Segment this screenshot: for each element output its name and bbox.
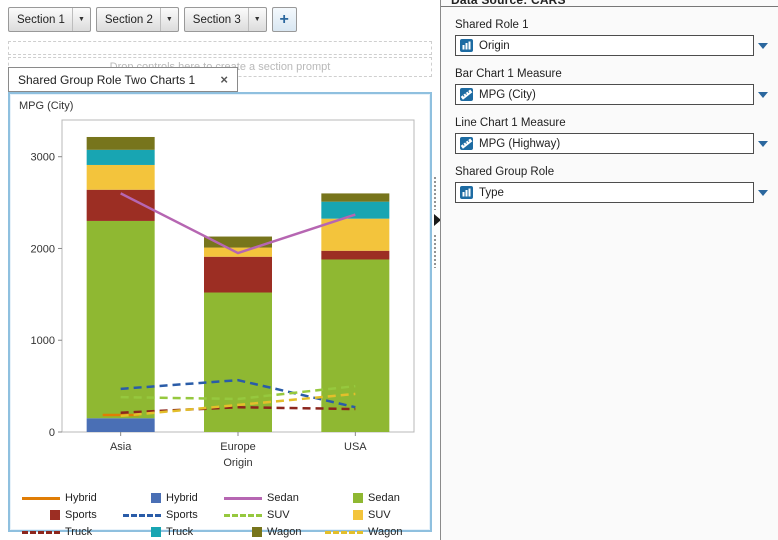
- tab-section-2[interactable]: Section 2 ▼: [95, 7, 179, 32]
- legend-label: Truck: [65, 526, 93, 538]
- chart-legend: Hybrid Hybrid Sedan Sedan Sports Sports SUV SUV…: [14, 489, 426, 540]
- svg-text:1000: 1000: [31, 335, 55, 347]
- category-icon: [460, 186, 473, 199]
- legend-swatch: [222, 527, 262, 537]
- legend-swatch: [121, 493, 161, 503]
- legend-label: SUV: [368, 509, 391, 521]
- legend-label: Wagon: [368, 526, 403, 538]
- field-bar-chart-1-measure: Bar Chart 1 Measure MPG (City): [455, 68, 768, 105]
- tab-label: Section 1: [17, 13, 65, 26]
- legend-swatch: [20, 496, 60, 500]
- legend-item: SUV: [222, 507, 323, 523]
- legend-label: Sports: [65, 509, 97, 521]
- chevron-down-icon[interactable]: [758, 140, 768, 147]
- chevron-down-icon[interactable]: [758, 42, 768, 49]
- legend-swatch: [222, 496, 262, 500]
- field-label: Shared Role 1: [455, 19, 529, 31]
- dropdown-value: MPG (Highway): [479, 137, 561, 150]
- dropdown-value: Origin: [479, 39, 510, 52]
- legend-item: Wagon: [323, 524, 424, 540]
- tab-section-1[interactable]: Section 1 ▼: [8, 7, 91, 32]
- legend-swatch: [323, 530, 363, 534]
- legend-swatch: [121, 527, 161, 537]
- legend-swatch: [121, 513, 161, 517]
- legend-item: Truck: [20, 524, 121, 540]
- legend-label: Hybrid: [166, 492, 198, 504]
- legend-label: Wagon: [267, 526, 302, 538]
- chevron-down-icon[interactable]: ▼: [159, 8, 178, 31]
- legend-swatch: [323, 510, 363, 520]
- combo-chart: 0 1000 2000 3000 Asia Europe USA Origin: [31, 119, 415, 469]
- bar-chart-1-measure-dropdown[interactable]: MPG (City): [455, 84, 754, 105]
- chart-title: MPG (City): [19, 100, 74, 112]
- field-label: Bar Chart 1 Measure: [455, 68, 562, 80]
- data-source-label: Data Source: CARS: [451, 0, 566, 7]
- chevron-down-icon[interactable]: [758, 91, 768, 98]
- legend-label: Sports: [166, 509, 198, 521]
- tab-label: Section 2: [104, 13, 153, 26]
- data-source-header: Data Source: CARS: [441, 0, 778, 7]
- legend-item: Hybrid: [20, 490, 121, 506]
- dropdown-value: Type: [479, 186, 504, 199]
- measure-icon: [460, 88, 473, 101]
- section-prompt-dropzone-strip[interactable]: [8, 41, 432, 55]
- legend-item: Sedan: [222, 490, 323, 506]
- chevron-down-icon[interactable]: [758, 189, 768, 196]
- field-label: Shared Group Role: [455, 166, 555, 178]
- svg-text:USA: USA: [344, 441, 367, 453]
- legend-swatch: [222, 513, 262, 517]
- legend-label: SUV: [267, 509, 290, 521]
- svg-text:2000: 2000: [31, 243, 55, 255]
- legend-item: Sports: [121, 507, 222, 523]
- legend-item: Sedan: [323, 490, 424, 506]
- measure-icon: [460, 137, 473, 150]
- legend-label: Sedan: [368, 492, 400, 504]
- legend-swatch: [20, 510, 60, 520]
- splitter-handle[interactable]: [433, 234, 438, 268]
- tab-label: Section 3: [192, 13, 241, 26]
- chevron-down-icon[interactable]: ▼: [71, 8, 90, 31]
- legend-label: Truck: [166, 526, 194, 538]
- field-shared-role-1: Shared Role 1 Origin: [455, 19, 768, 56]
- chevron-down-icon[interactable]: ▼: [247, 8, 266, 31]
- close-icon[interactable]: ×: [220, 73, 228, 86]
- line-chart-1-measure-dropdown[interactable]: MPG (Highway): [455, 133, 754, 154]
- svg-text:Asia: Asia: [110, 441, 132, 453]
- legend-swatch: [323, 493, 363, 503]
- field-line-chart-1-measure: Line Chart 1 Measure MPG (Highway): [455, 117, 768, 154]
- legend-item: Wagon: [222, 524, 323, 540]
- field-label: Line Chart 1 Measure: [455, 117, 566, 129]
- tab-section-3[interactable]: Section 3 ▼: [183, 7, 267, 32]
- legend-label: Hybrid: [65, 492, 97, 504]
- legend-swatch: [20, 530, 60, 534]
- svg-text:0: 0: [49, 427, 55, 439]
- legend-item: Sports: [20, 507, 121, 523]
- svg-text:Origin: Origin: [223, 457, 252, 469]
- object-tab-label: Shared Group Role Two Charts 1: [18, 72, 196, 87]
- properties-panel: Data Source: CARS Shared Role 1 Origin B…: [440, 0, 778, 540]
- section-tab-bar: Section 1 ▼ Section 2 ▼ Section 3 ▼ +: [8, 7, 297, 32]
- category-icon: [460, 39, 473, 52]
- add-section-button[interactable]: +: [271, 7, 297, 32]
- legend-label: Sedan: [267, 492, 299, 504]
- field-shared-group-role: Shared Group Role Type: [455, 166, 768, 203]
- splitter-handle[interactable]: [433, 176, 438, 210]
- combo-chart-panel[interactable]: MPG (City) 0 1000 2000 3000 Asia Europe USA Ori…: [8, 92, 432, 538]
- svg-text:Europe: Europe: [220, 441, 255, 453]
- svg-text:3000: 3000: [31, 152, 55, 164]
- legend-item: Truck: [121, 524, 222, 540]
- legend-item: Hybrid: [121, 490, 222, 506]
- object-tab-shared-group-role[interactable]: Shared Group Role Two Charts 1 ×: [8, 67, 238, 92]
- dropdown-value: MPG (City): [479, 88, 536, 101]
- shared-role-1-dropdown[interactable]: Origin: [455, 35, 754, 56]
- legend-item: SUV: [323, 507, 424, 523]
- shared-group-role-dropdown[interactable]: Type: [455, 182, 754, 203]
